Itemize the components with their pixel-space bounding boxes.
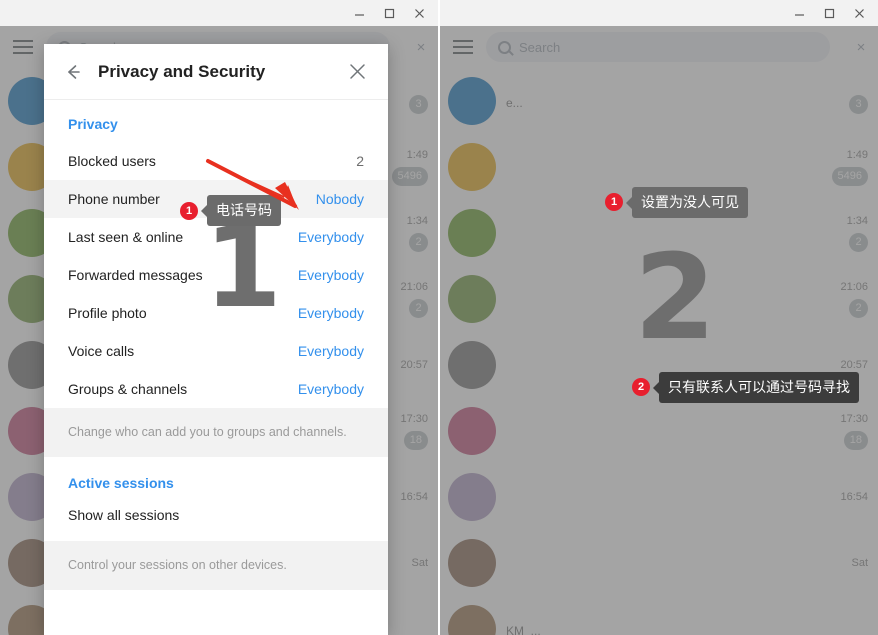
step-number-two: 2 xyxy=(634,228,717,366)
privacy-row-label: Blocked users xyxy=(68,153,156,169)
privacy-row-label: Groups & channels xyxy=(68,381,188,397)
sessions-note: Control your sessions on other devices. xyxy=(44,540,388,590)
privacy-note: Change who can add you to groups and cha… xyxy=(44,408,388,457)
back-arrow-icon[interactable] xyxy=(56,55,90,89)
minimize-icon[interactable] xyxy=(784,0,814,26)
privacy-row-value[interactable]: Everybody xyxy=(298,305,364,321)
privacy-and-security-dialog: Privacy and Security Privacy Blocked use… xyxy=(44,44,388,635)
dialog-header: Privacy and Security xyxy=(44,44,388,100)
privacy-row-value[interactable]: Everybody xyxy=(298,381,364,397)
privacy-row-label: Last seen & online xyxy=(68,229,184,245)
close-icon[interactable] xyxy=(404,0,434,26)
maximize-icon[interactable] xyxy=(374,0,404,26)
annotation-badge-2-right: 2 xyxy=(632,378,650,396)
page-title: Privacy and Security xyxy=(98,61,266,81)
privacy-row-value[interactable]: Everybody xyxy=(298,267,364,283)
privacy-row-label: Forwarded messages xyxy=(68,267,203,283)
privacy-row-label: Voice calls xyxy=(68,343,135,359)
tooltip-set-nobody: 设置为没人可见 xyxy=(626,187,748,218)
show-all-sessions-row[interactable]: Show all sessions xyxy=(44,491,388,541)
privacy-row-voice-calls[interactable]: Voice calls Everybody xyxy=(44,332,388,370)
annotation-badge-1-right: 1 xyxy=(605,193,623,211)
privacy-row-value[interactable]: Everybody xyxy=(298,343,364,359)
step-number-one: 1 xyxy=(204,203,282,333)
privacy-row-label: Profile photo xyxy=(68,305,147,321)
tooltip-only-contacts: 只有联系人可以通过号码寻找 xyxy=(653,372,859,403)
titlebar-left xyxy=(0,0,438,26)
privacy-row-value[interactable]: Nobody xyxy=(316,191,364,207)
sessions-section: Active sessions Show all sessions xyxy=(44,456,388,541)
maximize-icon[interactable] xyxy=(814,0,844,26)
screen: Search × e...31:4954961:34221:06220:5717… xyxy=(0,0,878,635)
close-icon[interactable] xyxy=(844,0,874,26)
privacy-row-groups-channels[interactable]: Groups & channels Everybody xyxy=(44,370,388,408)
privacy-row-blocked-users[interactable]: Blocked users 2 xyxy=(44,142,388,180)
minimize-icon[interactable] xyxy=(344,0,374,26)
close-icon[interactable] xyxy=(340,55,374,89)
tooltip-phone-number: 电话号码 xyxy=(201,195,281,226)
privacy-section-header: Privacy xyxy=(68,116,118,132)
annotation-badge-1-left: 1 xyxy=(180,202,198,220)
window-gap xyxy=(438,0,440,635)
privacy-row-value[interactable]: 2 xyxy=(356,153,364,169)
active-sessions-header[interactable]: Active sessions xyxy=(44,457,388,491)
privacy-row-value[interactable]: Everybody xyxy=(298,229,364,245)
privacy-row-label: Phone number xyxy=(68,191,160,207)
titlebar-right xyxy=(440,0,878,26)
